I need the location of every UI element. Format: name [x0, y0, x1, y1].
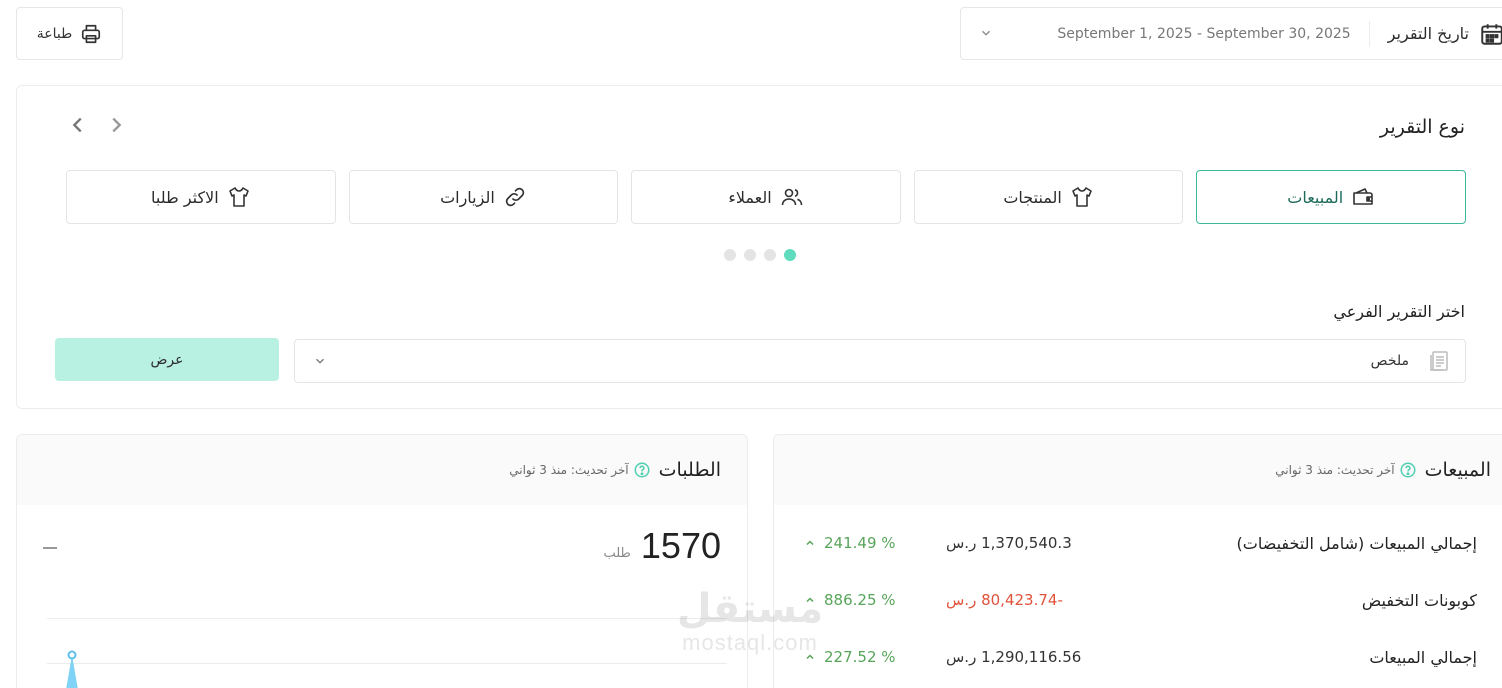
users-icon — [780, 185, 804, 209]
tab-sales[interactable]: المبيعات — [1196, 170, 1466, 224]
last-updated: آخر تحديث: منذ 3 ثواني — [509, 461, 650, 479]
pager-dot-active[interactable] — [784, 249, 796, 261]
pager-dot[interactable] — [764, 249, 776, 261]
orders-count: 1570 طلب — [603, 525, 721, 567]
wallet-icon — [1351, 185, 1375, 209]
chart-gridline — [47, 618, 727, 619]
sales-row-value: -80,423.74 ر.س — [946, 591, 1063, 609]
show-button[interactable]: عرض — [55, 338, 279, 381]
chevron-right-icon[interactable] — [105, 114, 127, 136]
sales-panel-header: المبيعات آخر تحديث: منذ 3 ثواني — [774, 435, 1502, 505]
print-label: طباعة — [36, 25, 73, 42]
chart-peak-marker — [66, 650, 78, 688]
sales-panel-title: المبيعات — [1424, 459, 1491, 481]
sales-row-change-value: 241.49 % — [824, 534, 896, 552]
tab-label: العملاء — [728, 187, 772, 207]
date-range-picker[interactable]: تاريخ التقرير September 1, 2025 - Septem… — [960, 7, 1502, 60]
chart-gridline — [47, 663, 727, 664]
sales-row-change: 241.49 % — [804, 534, 896, 552]
tab-most-ordered[interactable]: الاكثر طلبا — [66, 170, 336, 224]
orders-count-value: 1570 — [640, 525, 721, 566]
sales-row-label: إجمالي المبيعات — [1369, 648, 1477, 667]
tab-customers[interactable]: العملاء — [631, 170, 901, 224]
date-filter-title: تاريخ التقرير — [1387, 24, 1469, 43]
sales-row: إجمالي المبيعات 1,290,116.56 ر.س 227.52 … — [774, 642, 1502, 672]
orders-panel-title: الطلبات — [658, 459, 721, 481]
sub-report-label: اختر التقرير الفرعي — [1333, 302, 1465, 321]
sales-panel: المبيعات آخر تحديث: منذ 3 ثواني إجمالي ا… — [773, 434, 1502, 688]
sub-report-select[interactable]: ملخص — [294, 339, 1466, 383]
tab-products[interactable]: المنتجات — [913, 170, 1184, 224]
collapse-icon[interactable] — [43, 547, 57, 549]
chevron-down-icon[interactable] — [313, 354, 327, 368]
report-type-card: نوع التقرير المبيعات المنتجات العملاء ال… — [16, 85, 1502, 409]
document-icon — [1427, 349, 1451, 373]
chevron-up-icon — [804, 537, 816, 549]
report-type-tabs: المبيعات المنتجات العملاء الزيارات الاكث… — [66, 170, 1466, 224]
last-updated-text: آخر تحديث: منذ 3 ثواني — [1275, 463, 1395, 477]
link-icon — [503, 185, 527, 209]
last-updated: آخر تحديث: منذ 3 ثواني — [1275, 461, 1416, 479]
tab-label: المبيعات — [1287, 187, 1344, 207]
chevron-down-icon[interactable] — [979, 26, 993, 40]
tab-label: الزيارات — [440, 187, 495, 207]
report-type-title: نوع التقرير — [1379, 116, 1465, 138]
tabs-navigation — [67, 114, 127, 136]
pager-dot[interactable] — [724, 249, 736, 261]
orders-count-unit: طلب — [603, 546, 631, 561]
sales-row-label: كوبونات التخفيض — [1361, 591, 1477, 610]
shirt-icon — [1070, 185, 1094, 209]
shirt-icon — [227, 185, 251, 209]
mostaql-watermark: مستقل mostaql.com — [660, 588, 840, 668]
date-range-value: September 1, 2025 - September 30, 2025 — [1057, 25, 1351, 42]
tab-label: المنتجات — [1003, 187, 1062, 207]
chevron-left-icon[interactable] — [67, 114, 89, 136]
watermark-latin: mostaql.com — [682, 630, 818, 655]
pager-dot[interactable] — [744, 249, 756, 261]
tabs-pager — [724, 249, 796, 261]
help-icon[interactable] — [633, 461, 651, 479]
sales-row-label: إجمالي المبيعات (شامل التخفيضات) — [1236, 534, 1477, 553]
sub-report-selected: ملخص — [1370, 353, 1409, 369]
sales-row-value: 1,370,540.3 ر.س — [946, 534, 1072, 552]
sales-row: كوبونات التخفيض -80,423.74 ر.س 886.25 % — [774, 585, 1502, 615]
printer-icon — [80, 23, 102, 45]
tab-visits[interactable]: الزيارات — [348, 170, 619, 224]
calendar-icon — [1479, 21, 1502, 47]
tab-label: الاكثر طلبا — [151, 187, 219, 207]
sales-row: إجمالي المبيعات (شامل التخفيضات) 1,370,5… — [774, 528, 1502, 558]
print-button[interactable]: طباعة — [16, 7, 123, 60]
date-filter-title-wrap: تاريخ التقرير — [1368, 20, 1502, 47]
orders-panel-header: الطلبات آخر تحديث: منذ 3 ثواني — [17, 435, 747, 505]
last-updated-text: آخر تحديث: منذ 3 ثواني — [509, 463, 629, 477]
watermark-arabic: مستقل — [676, 586, 824, 632]
sales-row-value: 1,290,116.56 ر.س — [946, 648, 1082, 666]
help-icon[interactable] — [1399, 461, 1417, 479]
orders-panel: الطلبات آخر تحديث: منذ 3 ثواني 1570 طلب — [16, 434, 748, 688]
